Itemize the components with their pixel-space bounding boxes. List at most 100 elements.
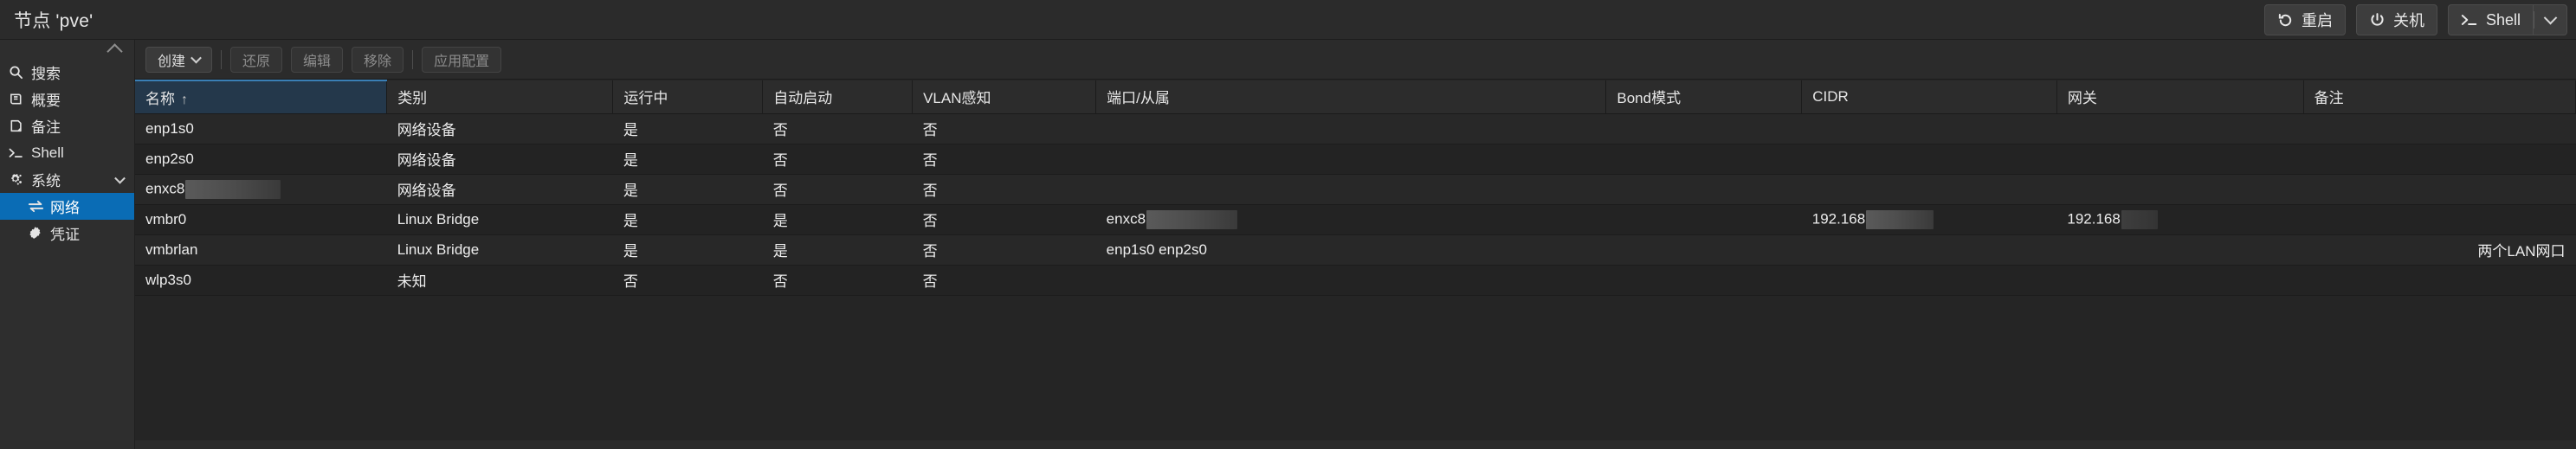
column-header-3[interactable]: 运行中 xyxy=(612,80,764,114)
cell-comment xyxy=(2303,144,2576,175)
cell-text: 未知 xyxy=(397,273,427,290)
cell-cidr xyxy=(1801,265,2057,296)
table-row[interactable]: enxc8 网络设备 是 否 否 xyxy=(135,174,2576,205)
cell-gateway xyxy=(2056,234,2304,266)
redaction-block xyxy=(2121,209,2158,229)
sidebar-item-7[interactable]: 凭证 xyxy=(0,220,134,247)
cell-text: 网络设备 xyxy=(397,122,456,138)
column-header-6[interactable]: 端口/从属 xyxy=(1095,80,1607,114)
shell-button[interactable]: Shell xyxy=(2447,4,2533,35)
grid-toolbar: 创建 还原 编辑 移除 应用配置 xyxy=(135,40,2576,80)
cell-ports xyxy=(1095,174,1606,205)
create-button[interactable]: 创建 xyxy=(145,46,213,73)
cell-active: 是 xyxy=(612,144,763,175)
cell-name: enp2s0 xyxy=(135,144,387,175)
cell-text: 否 xyxy=(772,183,788,199)
cell-text: 192.168 xyxy=(2067,209,2121,227)
revert-button-label: 还原 xyxy=(242,54,271,69)
cell-comment xyxy=(2303,204,2576,235)
cell-text: 否 xyxy=(922,122,938,138)
sort-ascending-icon: ↑ xyxy=(181,92,188,107)
column-header-label: 端口/从属 xyxy=(1107,90,1170,107)
sidebar-item-6[interactable]: 网络 xyxy=(0,193,134,220)
chevron-down-icon[interactable] xyxy=(114,172,126,184)
column-header-label: Bond模式 xyxy=(1617,90,1682,107)
table-header: 名称 ↑ 类别 运行中 自动启动 VLAN感知 端口/从属 Bond模式 CIDR 网关 备注 xyxy=(135,80,2576,114)
sidebar-item-3[interactable]: 备注 xyxy=(0,112,134,139)
restart-button-label: 重启 xyxy=(2301,12,2333,29)
shutdown-button[interactable]: 关机 xyxy=(2355,4,2437,35)
cell-autostart: 否 xyxy=(762,144,913,175)
cell-ports xyxy=(1095,113,1606,144)
table-row[interactable]: vmbrlan Linux Bridge 是 是 否 enp1s0 enp2s0 两个LAN… xyxy=(135,234,2576,266)
cell-text: 否 xyxy=(772,152,788,169)
cell-type: 网络设备 xyxy=(386,174,613,205)
column-header-label: 名称 xyxy=(145,90,175,107)
cell-text: Linux Bridge xyxy=(397,210,480,228)
cell-text: vmbr0 xyxy=(145,210,187,228)
table-row[interactable]: enp1s0 网络设备 是 否 否 xyxy=(135,113,2576,144)
cell-gateway xyxy=(2056,174,2304,205)
sidebar-item-4[interactable]: Shell xyxy=(0,139,134,166)
cell-autostart: 是 xyxy=(762,234,913,266)
column-header-7[interactable]: Bond模式 xyxy=(1605,80,1803,114)
shutdown-button-label: 关机 xyxy=(2392,12,2424,29)
cell-autostart: 否 xyxy=(762,174,913,205)
restart-button[interactable]: 重启 xyxy=(2263,4,2346,35)
cell-type: Linux Bridge xyxy=(386,204,613,235)
cell-bond_mode xyxy=(1605,113,1802,144)
cell-text: 否 xyxy=(922,213,938,229)
cell-comment xyxy=(2303,265,2576,296)
cell-text: 否 xyxy=(922,152,938,169)
table-row[interactable]: wlp3s0 未知 否 否 否 xyxy=(135,265,2576,296)
cell-text: enxc8 xyxy=(1106,209,1146,227)
redaction-block xyxy=(1866,209,1934,229)
edit-button[interactable]: 编辑 xyxy=(291,46,344,73)
cell-type: 网络设备 xyxy=(386,113,613,144)
apply-configuration-button-label: 应用配置 xyxy=(434,54,490,69)
cell-autostart: 否 xyxy=(762,265,913,296)
column-header-8[interactable]: CIDR xyxy=(1801,80,2057,114)
column-header-1[interactable]: 名称 ↑ xyxy=(135,80,388,114)
sidebar-item-label: 网络 xyxy=(50,200,80,216)
column-header-4[interactable]: 自动启动 xyxy=(762,80,914,114)
sidebar: 搜索 概要备注 Shell 系统网络凭证 xyxy=(0,40,135,449)
sidebar-item-label: 备注 xyxy=(31,119,61,136)
revert-button[interactable]: 还原 xyxy=(230,46,283,73)
cell-bond_mode xyxy=(1605,144,1802,175)
column-header-label: 网关 xyxy=(2067,90,2097,107)
table-row[interactable]: enp2s0 网络设备 是 否 否 xyxy=(135,144,2576,175)
column-header-label: CIDR xyxy=(1812,87,1849,105)
cell-text: 否 xyxy=(772,273,788,290)
column-header-9[interactable]: 网关 xyxy=(2056,80,2304,114)
apply-configuration-button[interactable]: 应用配置 xyxy=(422,46,502,73)
column-header-2[interactable]: 类别 xyxy=(386,80,614,114)
cell-active: 是 xyxy=(612,174,763,205)
remove-button[interactable]: 移除 xyxy=(352,46,404,73)
cell-text: 是 xyxy=(623,122,638,138)
chevron-up-icon xyxy=(107,43,123,60)
column-header-5[interactable]: VLAN感知 xyxy=(912,80,1097,114)
cell-text: 否 xyxy=(623,273,638,290)
shell-dropdown-toggle[interactable] xyxy=(2533,4,2567,35)
table-row[interactable]: vmbr0 Linux Bridge 是 是 否 enxc8 192.168 192.168 xyxy=(135,204,2576,235)
cell-vlan_aware: 否 xyxy=(912,113,1096,144)
redaction-block xyxy=(185,179,281,199)
redaction-block xyxy=(1146,209,1238,229)
terminal-icon xyxy=(9,147,31,159)
cell-type: 网络设备 xyxy=(386,144,613,175)
cell-comment xyxy=(2303,174,2576,205)
cell-bond_mode xyxy=(1605,234,1802,266)
cell-text: 网络设备 xyxy=(397,183,456,199)
sidebar-item-label: Shell xyxy=(31,144,64,161)
cell-bond_mode xyxy=(1605,265,1802,296)
column-header-10[interactable]: 备注 xyxy=(2303,80,2576,114)
cell-vlan_aware: 否 xyxy=(912,265,1096,296)
sidebar-item-5[interactable]: 系统 xyxy=(0,166,134,193)
sidebar-item-1[interactable]: 搜索 xyxy=(0,59,134,86)
sidebar-collapse-toggle[interactable] xyxy=(0,40,134,60)
cell-cidr xyxy=(1801,144,2057,175)
table-body: enp1s0 网络设备是否否 enp2s0 网络设备是否否 enxc8 网络设备是否否 vm… xyxy=(135,113,2576,296)
sidebar-item-2[interactable]: 概要 xyxy=(0,86,134,112)
cell-text: 是 xyxy=(623,213,638,229)
